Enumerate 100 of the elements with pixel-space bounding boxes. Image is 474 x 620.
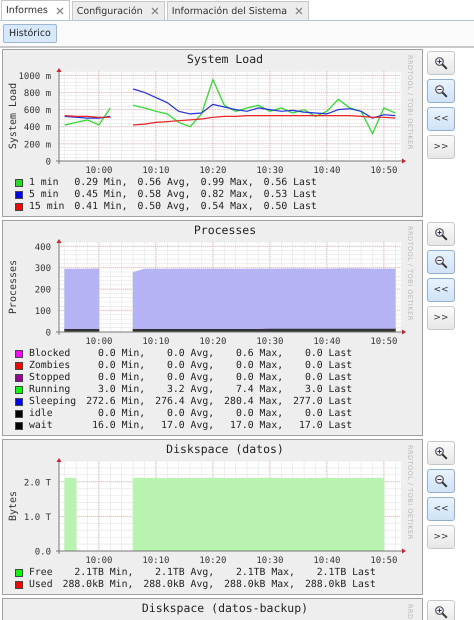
legend-value: 0.0 Min, bbox=[96, 348, 146, 360]
legend-value: 0.0 Last bbox=[304, 348, 352, 360]
tab[interactable]: Configuración bbox=[72, 1, 165, 20]
axis-tick-label: 10:10 bbox=[142, 337, 170, 347]
legend-label: idle bbox=[29, 408, 54, 420]
nav-button[interactable]: << bbox=[427, 278, 455, 302]
axis-tick-label: 400 m bbox=[24, 123, 51, 134]
axis-tick-label: 2.0 T bbox=[24, 478, 51, 488]
axis-title: Bytes bbox=[8, 490, 19, 522]
zoom-in-icon bbox=[434, 56, 448, 70]
axis-tick-label: 10:40 bbox=[313, 337, 340, 347]
legend-value: 3.0 Last bbox=[304, 384, 352, 396]
axis-tick-label: 1000 m bbox=[18, 72, 51, 82]
legend-value: 2.1TB Last bbox=[316, 567, 376, 579]
legend-value: 3.0 Min, bbox=[96, 384, 146, 396]
legend-value: 0.0 Last bbox=[304, 408, 352, 420]
legend-label: Zombies bbox=[29, 360, 72, 372]
legend-value: 0.53 Last bbox=[264, 189, 317, 201]
zoom-in-button[interactable] bbox=[427, 600, 455, 620]
axis-tick-label: 10:10 bbox=[142, 556, 170, 566]
zoom-out-icon bbox=[434, 474, 448, 488]
axis-tick-label: 10:00 bbox=[85, 337, 112, 347]
legend-value: 0.99 Max, bbox=[200, 177, 254, 189]
legend-label: Stopped bbox=[29, 372, 72, 384]
legend-value: 288.0kB Avg, bbox=[143, 579, 214, 591]
legend-value: 0.45 Min, bbox=[74, 189, 128, 201]
nav-button[interactable]: >> bbox=[427, 525, 455, 549]
legend-value: 2.1TB Min, bbox=[73, 567, 134, 579]
legend-value: 276.4 Avg, bbox=[155, 396, 214, 408]
legend-value: 0.54 Max, bbox=[200, 201, 254, 213]
axis-tick-label: 10:00 bbox=[85, 166, 112, 176]
nav-button[interactable]: >> bbox=[427, 306, 455, 330]
legend-value: 17.0 Last bbox=[298, 420, 352, 432]
legend-value: 0.50 Last bbox=[264, 201, 317, 213]
legend-value: 0.29 Min, bbox=[74, 177, 128, 189]
axis-tick-label: 10:00 bbox=[85, 556, 112, 566]
axis-tick-label: 10:30 bbox=[256, 337, 284, 347]
close-icon[interactable] bbox=[150, 7, 159, 15]
legend-value: 272.6 Min, bbox=[86, 396, 146, 408]
nav-button[interactable]: << bbox=[427, 107, 455, 131]
legend-value: 0.0 Min, bbox=[96, 372, 146, 384]
zoom-out-icon bbox=[434, 84, 448, 98]
legend-value: 277.0 Last bbox=[293, 396, 352, 408]
close-icon[interactable] bbox=[56, 6, 64, 14]
legend-label: Sleeping bbox=[29, 396, 76, 408]
zoom-out-icon bbox=[434, 255, 448, 269]
tab[interactable]: Informes bbox=[1, 0, 70, 20]
legend-value: 0.0 Max, bbox=[234, 372, 284, 384]
nav-button[interactable]: << bbox=[427, 497, 455, 521]
legend-label: Used bbox=[29, 579, 53, 591]
axis-tick-label: 10:50 bbox=[370, 166, 398, 176]
history-button[interactable]: Histórico bbox=[3, 24, 57, 43]
legend-value: 0.0 Min, bbox=[96, 360, 146, 372]
legend-value: 3.2 Avg, bbox=[166, 384, 214, 396]
axis-tick-label: 400 bbox=[34, 242, 51, 253]
legend-label: 5 min bbox=[29, 189, 60, 201]
legend-value: 7.4 Max, bbox=[234, 384, 284, 396]
axis-tick-label: 800 m bbox=[24, 88, 51, 99]
zoom-in-icon bbox=[434, 446, 448, 460]
nav-button[interactable]: >> bbox=[427, 135, 455, 159]
zoom-out-button[interactable] bbox=[427, 469, 455, 493]
axis-tick-label: 0 bbox=[46, 158, 51, 168]
zoom-in-icon bbox=[434, 227, 448, 241]
legend-value: 0.6 Max, bbox=[234, 348, 284, 360]
axis-tick-label: 0 bbox=[46, 328, 51, 338]
legend-value: 0.0 Last bbox=[304, 372, 352, 384]
legend-value: 0.0 Avg, bbox=[166, 348, 214, 360]
close-icon[interactable] bbox=[295, 7, 304, 15]
legend-value: 0.0 Max, bbox=[234, 360, 284, 372]
axis-tick-label: 10:20 bbox=[199, 166, 226, 176]
zoom-in-button[interactable] bbox=[427, 441, 455, 465]
legend-value: 2.1TB Avg, bbox=[154, 567, 214, 579]
legend-value: 0.0 Avg, bbox=[166, 360, 214, 372]
legend-value: 288.0kB Min, bbox=[62, 579, 134, 591]
axis-tick-label: 600 m bbox=[24, 106, 51, 116]
axis-tick-label: 1.0 T bbox=[24, 512, 51, 523]
axis-tick-label: 0.0 bbox=[34, 548, 51, 558]
legend-value: 0.50 Avg, bbox=[137, 201, 191, 213]
legend-value: 0.82 Max, bbox=[200, 189, 254, 201]
axis-title: System Load bbox=[8, 82, 19, 150]
legend-label: wait bbox=[29, 420, 54, 432]
axis-tick-label: 10:10 bbox=[142, 166, 170, 176]
axis-tick-label: 10:50 bbox=[370, 556, 398, 566]
axis-tick-label: 10:50 bbox=[370, 337, 398, 347]
legend-label: Running bbox=[29, 384, 72, 396]
legend-value: 288.0kB Last bbox=[304, 579, 376, 591]
axis-tick-label: 200 bbox=[34, 286, 51, 296]
axis-tick-label: 10:20 bbox=[199, 337, 226, 347]
legend-label: Free bbox=[29, 567, 53, 579]
zoom-in-button[interactable] bbox=[427, 222, 455, 246]
legend-value: 288.0kB Max, bbox=[224, 579, 295, 591]
axis-tick-label: 300 bbox=[34, 264, 51, 274]
zoom-in-icon bbox=[434, 605, 448, 619]
axis-tick-label: 200 m bbox=[24, 140, 51, 150]
legend-label: 15 min bbox=[29, 201, 64, 213]
legend-value: 0.56 Last bbox=[264, 177, 317, 189]
zoom-in-button[interactable] bbox=[427, 51, 455, 75]
zoom-out-button[interactable] bbox=[427, 250, 455, 274]
tab[interactable]: Información del Sistema bbox=[166, 1, 310, 20]
zoom-out-button[interactable] bbox=[427, 79, 455, 103]
